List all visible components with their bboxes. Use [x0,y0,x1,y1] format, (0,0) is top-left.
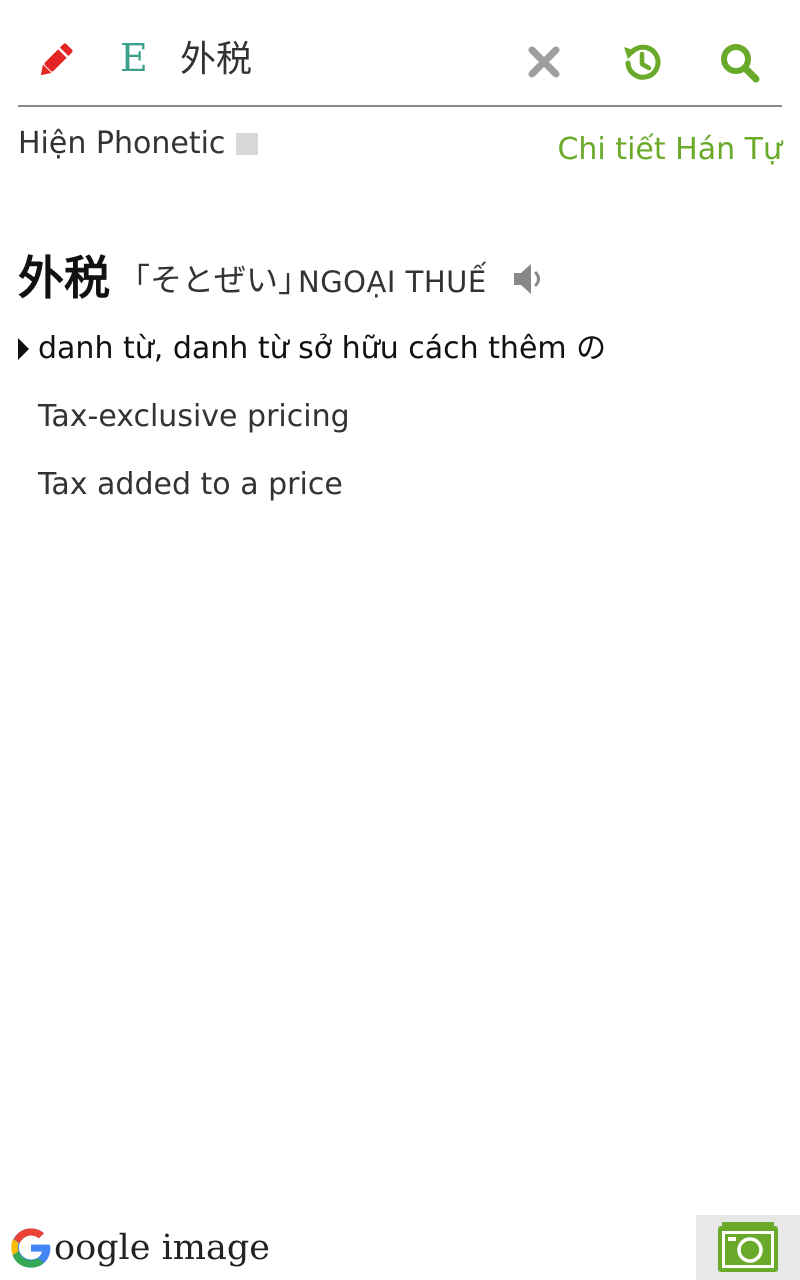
entry-word: 外税 [18,251,110,305]
kanji-detail-link[interactable]: Chi tiết Hán Tự [557,130,782,170]
phonetic-label: Hiện Phonetic [18,126,226,161]
search-input[interactable] [180,30,500,90]
expand-arrow-icon [18,338,29,360]
search-icon[interactable] [713,36,767,90]
meaning-item: Tax added to a price [38,467,343,502]
google-image-label: oogle image [54,1228,270,1268]
camera-icon[interactable] [716,1218,780,1276]
search-divider [18,105,782,107]
pencil-icon[interactable] [30,36,80,86]
google-logo-icon [11,1228,51,1268]
meaning-item: Tax-exclusive pricing [38,399,350,434]
phonetic-checkbox[interactable] [236,133,258,155]
part-of-speech: danh từ, danh từ sở hữu cách thêm の [38,331,607,366]
google-image-button[interactable]: oogle image [8,1220,270,1276]
close-icon[interactable] [520,38,568,86]
language-toggle[interactable]: E [120,30,160,86]
entry-hanviet: NGOẠI THUẾ [298,265,487,299]
speaker-icon[interactable] [508,258,550,300]
entry-reading: 「そとぜい」 [118,261,311,299]
history-icon[interactable] [615,36,669,90]
